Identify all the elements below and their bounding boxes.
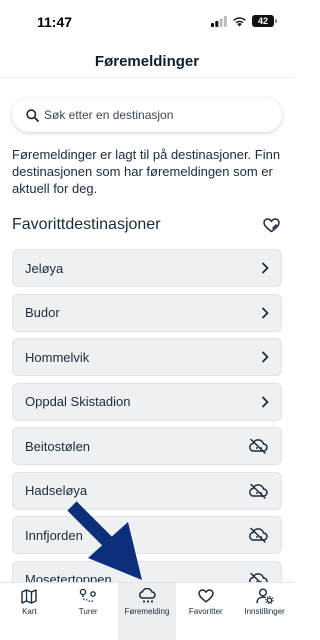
search-icon [26, 108, 39, 122]
destination-label: Hommelvik [25, 349, 90, 365]
destination-item[interactable]: Oppdal Skistadion [12, 382, 282, 421]
destination-item[interactable]: Budor [12, 293, 282, 332]
destination-item[interactable]: Jeløya [12, 249, 282, 287]
tab-f-remelding[interactable]: Føremelding [117, 583, 177, 640]
chevron-right-icon [261, 307, 269, 319]
nav-header: Føremeldinger [0, 44, 294, 78]
tab-kart[interactable]: Kart [0, 583, 59, 640]
heart-icon [198, 588, 214, 604]
intro-text: Føremeldinger er lagt til på destinasjon… [12, 147, 281, 196]
heart-edit-icon[interactable] [263, 218, 280, 233]
destination-label: Hadseløya [25, 483, 88, 498]
signal-icon [211, 15, 227, 27]
destination-label: Budor [25, 305, 60, 320]
map-icon [21, 588, 38, 604]
user-settings-icon [255, 588, 274, 604]
destination-label: Mosetertoppen [25, 572, 112, 582]
status-time: 11:47 [37, 14, 73, 30]
destination-label: Jeløya [25, 260, 64, 276]
chevron-right-icon [261, 262, 269, 274]
status-bar: 11:47 42 [0, 0, 294, 44]
cloud-off-icon [247, 527, 269, 543]
destination-item[interactable]: Mosetertoppen [12, 560, 282, 582]
favorites-list: Jeløya Budor Hommelvik Oppdal Skistadion Bei… [12, 249, 282, 582]
cloud-off-icon [247, 572, 269, 582]
tab-label: Innstillinger [244, 607, 285, 616]
destination-label: Beitostølen [25, 438, 91, 454]
favorites-title: Favorittdestinasjoner [12, 216, 161, 233]
tab-innstillinger[interactable]: Innstillinger [235, 583, 294, 640]
snow-cloud-icon [137, 588, 157, 604]
tab-turer[interactable]: Turer [59, 583, 118, 640]
chevron-right-icon [261, 351, 269, 363]
search-input[interactable] [44, 108, 264, 122]
destination-item[interactable]: Hadseløya [12, 471, 282, 510]
search-box[interactable] [12, 98, 282, 132]
destination-item[interactable]: Hommelvik [12, 338, 282, 376]
wifi-icon [233, 16, 246, 26]
tab-label: Kart [22, 607, 37, 616]
route-icon [79, 588, 97, 604]
status-icons: 42 [211, 15, 277, 27]
battery-indicator: 42 [252, 15, 277, 27]
tab-bar: Kart Turer Føremelding Favoritter Innstillin… [0, 582, 294, 640]
cloud-off-icon [247, 438, 269, 454]
tab-label: Favoritter [188, 607, 223, 616]
tab-favoritter[interactable]: Favoritter [176, 583, 235, 640]
destination-label: Oppdal Skistadion [25, 394, 131, 409]
tab-label: Turer [78, 607, 98, 616]
cloud-off-icon [247, 483, 269, 499]
destination-item[interactable]: Innfjorden [12, 516, 282, 554]
chevron-right-icon [261, 396, 269, 408]
tab-label: Føremelding [124, 607, 170, 616]
main-content: Føremeldinger er lagt til på destinasjon… [0, 79, 294, 582]
destination-item[interactable]: Beitostølen [12, 427, 282, 465]
destination-label: Innfjorden [25, 527, 83, 543]
page-title: Føremeldinger [94, 53, 200, 70]
